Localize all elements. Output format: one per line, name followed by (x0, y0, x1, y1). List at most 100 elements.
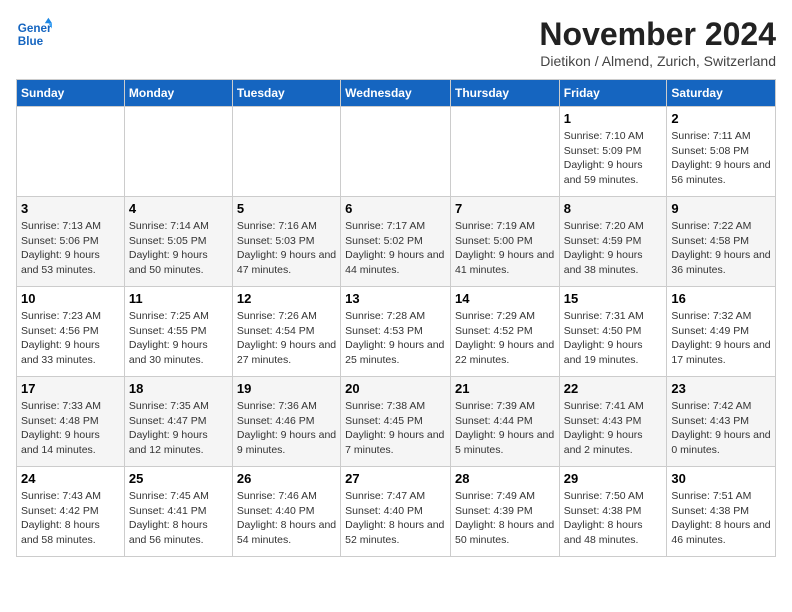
day-info: Sunrise: 7:20 AM Sunset: 4:59 PM Dayligh… (564, 219, 663, 278)
day-info: Sunrise: 7:25 AM Sunset: 4:55 PM Dayligh… (129, 309, 228, 368)
weekday-header-monday: Monday (124, 80, 232, 107)
calendar-cell: 13 Sunrise: 7:28 AM Sunset: 4:53 PM Dayli… (341, 287, 451, 377)
calendar-cell: 12 Sunrise: 7:26 AM Sunset: 4:54 PM Dayli… (232, 287, 340, 377)
calendar-cell: 25 Sunrise: 7:45 AM Sunset: 4:41 PM Dayli… (124, 467, 232, 557)
calendar-cell: 6Sunrise: 7:17 AM Sunset: 5:02 PM Daylig… (341, 197, 451, 287)
day-number: 29 (564, 471, 663, 486)
day-info: Sunrise: 7:23 AM Sunset: 4:56 PM Dayligh… (21, 309, 120, 368)
calendar-cell: 9 Sunrise: 7:22 AM Sunset: 4:58 PM Daylig… (667, 197, 776, 287)
day-info: Sunrise: 7:11 AM Sunset: 5:08 PM Dayligh… (671, 129, 771, 188)
calendar-table: SundayMondayTuesdayWednesdayThursdayFrid… (16, 79, 776, 557)
weekday-header-thursday: Thursday (450, 80, 559, 107)
calendar-cell: 4 Sunrise: 7:14 AM Sunset: 5:05 PM Daylig… (124, 197, 232, 287)
calendar-week-2: 10 Sunrise: 7:23 AM Sunset: 4:56 PM Dayli… (17, 287, 776, 377)
calendar-cell: 30Sunrise: 7:51 AM Sunset: 4:38 PM Dayli… (667, 467, 776, 557)
day-number: 10 (21, 291, 120, 306)
day-number: 30 (671, 471, 771, 486)
day-number: 21 (455, 381, 555, 396)
day-number: 11 (129, 291, 228, 306)
calendar-cell (124, 107, 232, 197)
day-info: Sunrise: 7:19 AM Sunset: 5:00 PM Dayligh… (455, 219, 555, 278)
day-number: 7 (455, 201, 555, 216)
day-number: 4 (129, 201, 228, 216)
day-number: 15 (564, 291, 663, 306)
day-info: Sunrise: 7:43 AM Sunset: 4:42 PM Dayligh… (21, 489, 120, 548)
calendar-cell: 16 Sunrise: 7:32 AM Sunset: 4:49 PM Dayli… (667, 287, 776, 377)
calendar-cell: 18Sunrise: 7:35 AM Sunset: 4:47 PM Dayli… (124, 377, 232, 467)
calendar-cell: 23 Sunrise: 7:42 AM Sunset: 4:43 PM Dayli… (667, 377, 776, 467)
day-info: Sunrise: 7:47 AM Sunset: 4:40 PM Dayligh… (345, 489, 446, 548)
day-number: 18 (129, 381, 228, 396)
title-block: November 2024 Dietikon / Almend, Zurich,… (539, 16, 776, 69)
weekday-header-sunday: Sunday (17, 80, 125, 107)
day-info: Sunrise: 7:31 AM Sunset: 4:50 PM Dayligh… (564, 309, 663, 368)
location-subtitle: Dietikon / Almend, Zurich, Switzerland (539, 53, 776, 69)
day-info: Sunrise: 7:29 AM Sunset: 4:52 PM Dayligh… (455, 309, 555, 368)
day-info: Sunrise: 7:13 AM Sunset: 5:06 PM Dayligh… (21, 219, 120, 278)
day-number: 16 (671, 291, 771, 306)
calendar-cell: 21 Sunrise: 7:39 AM Sunset: 4:44 PM Dayli… (450, 377, 559, 467)
day-number: 1 (564, 111, 663, 126)
calendar-cell (450, 107, 559, 197)
day-number: 9 (671, 201, 771, 216)
calendar-cell: 15 Sunrise: 7:31 AM Sunset: 4:50 PM Dayli… (559, 287, 667, 377)
logo-icon: General Blue (16, 16, 52, 52)
day-info: Sunrise: 7:42 AM Sunset: 4:43 PM Dayligh… (671, 399, 771, 458)
calendar-cell: 28Sunrise: 7:49 AM Sunset: 4:39 PM Dayli… (450, 467, 559, 557)
calendar-cell: 22Sunrise: 7:41 AM Sunset: 4:43 PM Dayli… (559, 377, 667, 467)
calendar-cell: 24Sunrise: 7:43 AM Sunset: 4:42 PM Dayli… (17, 467, 125, 557)
day-number: 26 (237, 471, 336, 486)
day-number: 8 (564, 201, 663, 216)
day-number: 3 (21, 201, 120, 216)
calendar-cell: 10 Sunrise: 7:23 AM Sunset: 4:56 PM Dayli… (17, 287, 125, 377)
calendar-cell: 1 Sunrise: 7:10 AM Sunset: 5:09 PM Daylig… (559, 107, 667, 197)
day-number: 13 (345, 291, 446, 306)
day-info: Sunrise: 7:32 AM Sunset: 4:49 PM Dayligh… (671, 309, 771, 368)
calendar-cell: 20Sunrise: 7:38 AM Sunset: 4:45 PM Dayli… (341, 377, 451, 467)
day-number: 12 (237, 291, 336, 306)
day-number: 5 (237, 201, 336, 216)
day-info: Sunrise: 7:46 AM Sunset: 4:40 PM Dayligh… (237, 489, 336, 548)
day-info: Sunrise: 7:49 AM Sunset: 4:39 PM Dayligh… (455, 489, 555, 548)
day-info: Sunrise: 7:10 AM Sunset: 5:09 PM Dayligh… (564, 129, 663, 188)
day-info: Sunrise: 7:28 AM Sunset: 4:53 PM Dayligh… (345, 309, 446, 368)
calendar-cell: 5 Sunrise: 7:16 AM Sunset: 5:03 PM Daylig… (232, 197, 340, 287)
calendar-cell: 19Sunrise: 7:36 AM Sunset: 4:46 PM Dayli… (232, 377, 340, 467)
day-info: Sunrise: 7:33 AM Sunset: 4:48 PM Dayligh… (21, 399, 120, 458)
day-info: Sunrise: 7:36 AM Sunset: 4:46 PM Dayligh… (237, 399, 336, 458)
calendar-cell: 14 Sunrise: 7:29 AM Sunset: 4:52 PM Dayli… (450, 287, 559, 377)
calendar-cell (17, 107, 125, 197)
month-title: November 2024 (539, 16, 776, 53)
day-number: 6 (345, 201, 446, 216)
calendar-cell: 3 Sunrise: 7:13 AM Sunset: 5:06 PM Daylig… (17, 197, 125, 287)
day-number: 17 (21, 381, 120, 396)
calendar-cell: 11 Sunrise: 7:25 AM Sunset: 4:55 PM Dayli… (124, 287, 232, 377)
day-number: 14 (455, 291, 555, 306)
calendar-cell: 8 Sunrise: 7:20 AM Sunset: 4:59 PM Daylig… (559, 197, 667, 287)
calendar-cell (341, 107, 451, 197)
day-info: Sunrise: 7:38 AM Sunset: 4:45 PM Dayligh… (345, 399, 446, 458)
calendar-cell: 26 Sunrise: 7:46 AM Sunset: 4:40 PM Dayli… (232, 467, 340, 557)
day-number: 23 (671, 381, 771, 396)
day-info: Sunrise: 7:26 AM Sunset: 4:54 PM Dayligh… (237, 309, 336, 368)
logo: General Blue (16, 16, 52, 52)
calendar-cell: 27 Sunrise: 7:47 AM Sunset: 4:40 PM Dayli… (341, 467, 451, 557)
day-info: Sunrise: 7:39 AM Sunset: 4:44 PM Dayligh… (455, 399, 555, 458)
day-info: Sunrise: 7:16 AM Sunset: 5:03 PM Dayligh… (237, 219, 336, 278)
calendar-week-1: 3 Sunrise: 7:13 AM Sunset: 5:06 PM Daylig… (17, 197, 776, 287)
calendar-cell: 17 Sunrise: 7:33 AM Sunset: 4:48 PM Dayli… (17, 377, 125, 467)
calendar-cell: 7 Sunrise: 7:19 AM Sunset: 5:00 PM Daylig… (450, 197, 559, 287)
calendar-week-0: 1 Sunrise: 7:10 AM Sunset: 5:09 PM Daylig… (17, 107, 776, 197)
calendar-cell (232, 107, 340, 197)
weekday-header-saturday: Saturday (667, 80, 776, 107)
calendar-week-4: 24Sunrise: 7:43 AM Sunset: 4:42 PM Dayli… (17, 467, 776, 557)
day-info: Sunrise: 7:22 AM Sunset: 4:58 PM Dayligh… (671, 219, 771, 278)
day-number: 27 (345, 471, 446, 486)
calendar-cell: 29Sunrise: 7:50 AM Sunset: 4:38 PM Dayli… (559, 467, 667, 557)
day-info: Sunrise: 7:41 AM Sunset: 4:43 PM Dayligh… (564, 399, 663, 458)
day-info: Sunrise: 7:14 AM Sunset: 5:05 PM Dayligh… (129, 219, 228, 278)
svg-text:General: General (18, 22, 52, 35)
calendar-cell: 2Sunrise: 7:11 AM Sunset: 5:08 PM Daylig… (667, 107, 776, 197)
day-number: 25 (129, 471, 228, 486)
day-info: Sunrise: 7:45 AM Sunset: 4:41 PM Dayligh… (129, 489, 228, 548)
